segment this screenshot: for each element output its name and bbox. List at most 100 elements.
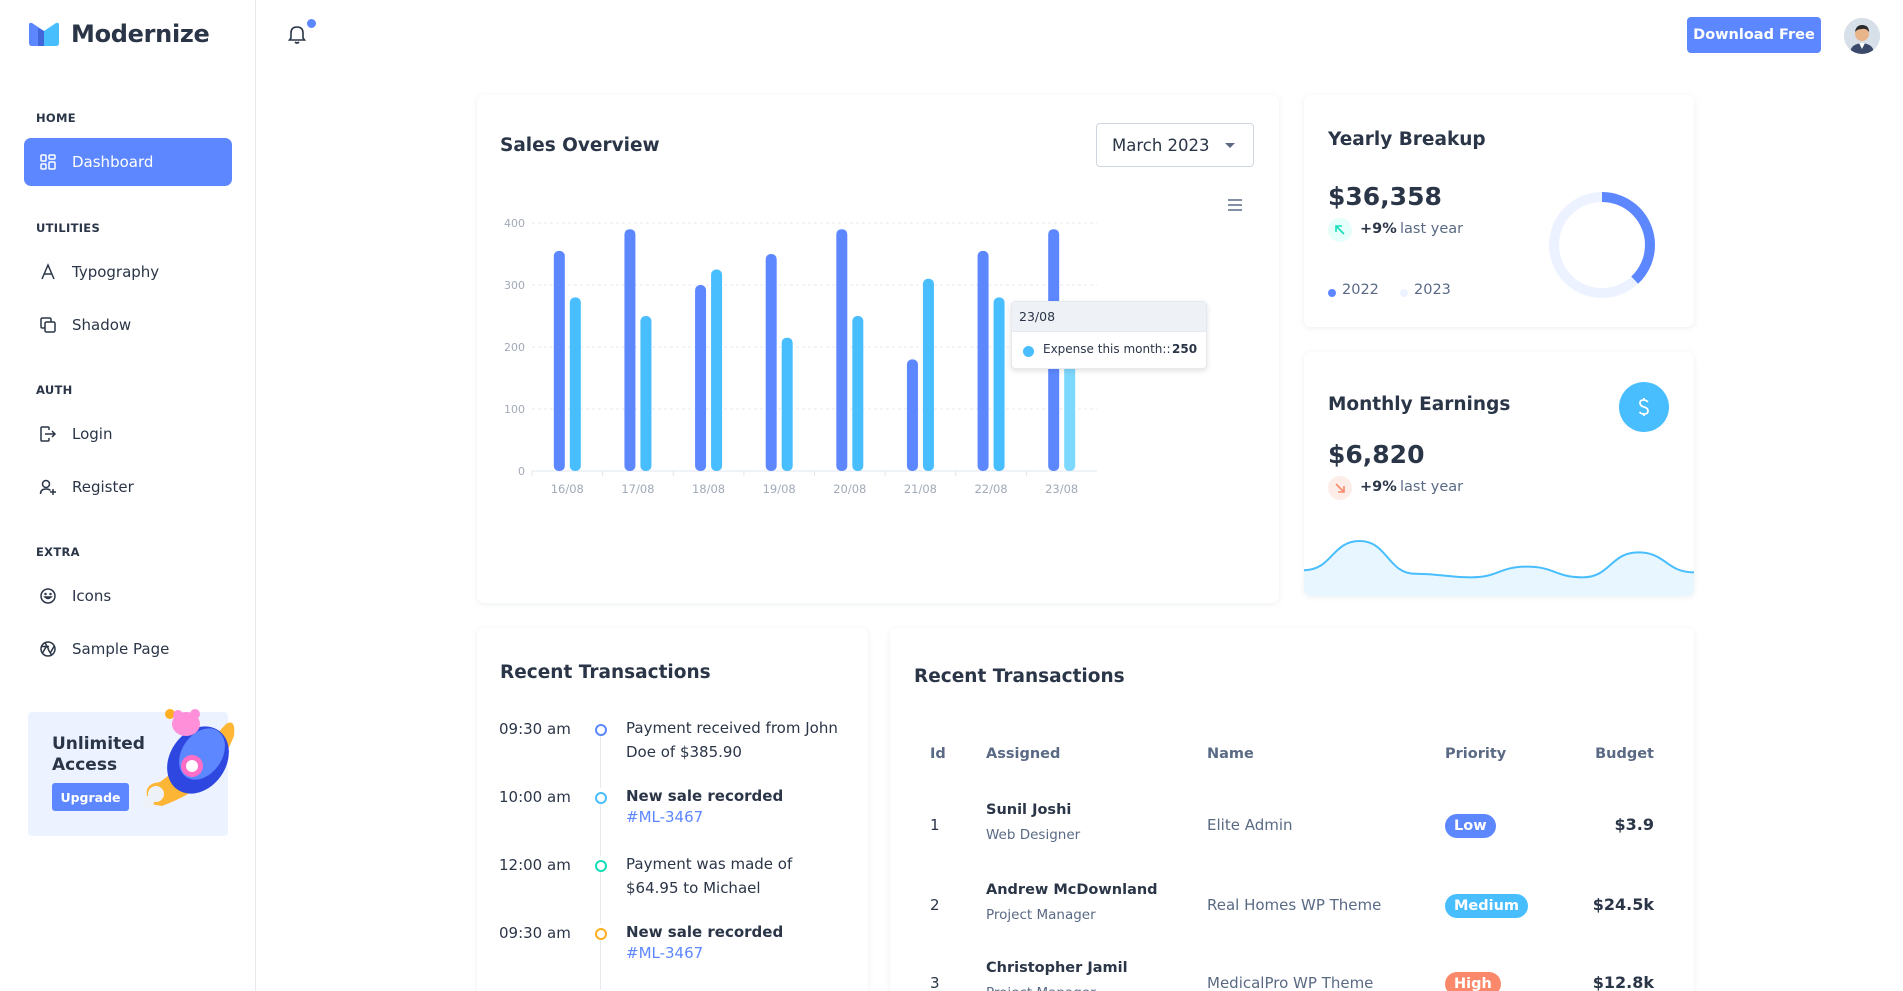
sidebar-item-typography[interactable]: Typography bbox=[24, 248, 232, 296]
timeline-dot bbox=[595, 860, 607, 872]
currency-dollar-icon[interactable] bbox=[1619, 382, 1669, 432]
sidebar-item-label: Shadow bbox=[72, 316, 132, 334]
sidebar-item-label: Sample Page bbox=[72, 640, 170, 658]
arrow-down-right-icon bbox=[1328, 476, 1352, 500]
timeline-connector bbox=[600, 804, 601, 856]
cell-assigned-name: Andrew McDownland bbox=[986, 882, 1158, 898]
monthly-delta: +9% bbox=[1360, 479, 1397, 495]
sales-overview-card: Sales Overview March 2023 0 100 200 300 400 1… bbox=[477, 95, 1279, 603]
priority-badge: Medium bbox=[1445, 894, 1529, 918]
arrow-up-left-icon bbox=[1328, 218, 1352, 242]
sidebar-item-label: Icons bbox=[72, 587, 112, 605]
y-tick-label: 300 bbox=[504, 279, 525, 292]
y-tick-label: 0 bbox=[518, 465, 525, 478]
bar-18/08-s1 bbox=[711, 269, 723, 471]
recent-transactions-timeline-card: Recent Transactions 09:30 am Payment rece… bbox=[477, 628, 868, 991]
login-icon bbox=[38, 424, 58, 444]
copy-icon bbox=[38, 315, 58, 335]
timeline-time: 10:00 am bbox=[499, 788, 571, 806]
sales-overview-title: Sales Overview bbox=[500, 135, 660, 156]
legend-dot-2023 bbox=[1400, 289, 1408, 297]
sidebar-item-label: Typography bbox=[72, 263, 160, 281]
month-select[interactable]: March 2023 bbox=[1096, 123, 1254, 167]
x-tick-label: 23/08 bbox=[1045, 482, 1078, 496]
cell-assigned-role: Project Manager bbox=[986, 985, 1096, 991]
bar-21/08-s0 bbox=[906, 359, 918, 471]
sidebar-item-label: Dashboard bbox=[72, 153, 154, 171]
priority-badge: High bbox=[1445, 972, 1501, 991]
timeline-text: New sale recorded bbox=[626, 923, 784, 941]
timeline-time: 12:00 am bbox=[499, 856, 571, 874]
bar-17/08-s0 bbox=[624, 229, 636, 471]
nav-caption-auth: AUTH bbox=[36, 383, 73, 397]
brand-name: Modernize bbox=[71, 20, 210, 48]
timeline-connector bbox=[600, 940, 601, 990]
cell-project: Real Homes WP Theme bbox=[1207, 896, 1382, 914]
sidebar-item-dashboard[interactable]: Dashboard bbox=[24, 138, 232, 186]
monthly-earnings-card: Monthly Earnings $6,820 +9% last year bbox=[1304, 352, 1694, 596]
bar-20/08-s1 bbox=[852, 316, 864, 471]
aperture-icon bbox=[38, 639, 58, 659]
cell-assigned-name: Sunil Joshi bbox=[986, 802, 1072, 818]
sidebar-item-login[interactable]: Login bbox=[24, 410, 232, 458]
th-priority: Priority bbox=[1445, 746, 1507, 762]
sidebar-item-sample-page[interactable]: Sample Page bbox=[24, 625, 232, 673]
tooltip-header: 23/08 bbox=[1012, 302, 1206, 332]
dashboard-icon bbox=[38, 152, 58, 172]
tooltip-series-dot bbox=[1023, 346, 1034, 357]
th-budget: Budget bbox=[1595, 746, 1654, 762]
y-tick-label: 100 bbox=[504, 403, 525, 416]
brand[interactable]: Modernize bbox=[27, 20, 210, 48]
upgrade-button[interactable]: Upgrade bbox=[52, 783, 129, 811]
bar-22/08-s1 bbox=[993, 297, 1005, 471]
user-avatar-icon bbox=[1844, 18, 1880, 54]
timeline-connector bbox=[600, 736, 601, 788]
yearly-breakup-card: Yearly Breakup $36,358 +9% last year 202… bbox=[1304, 95, 1694, 327]
sales-bar-chart: 0 100 200 300 400 16/08 17/08 18/08 19/08 20/08 21… bbox=[504, 217, 1097, 496]
recent-transactions-table-card: Recent Transactions Id Assigned Name Pri… bbox=[890, 628, 1694, 991]
yearly-delta: +9% bbox=[1360, 221, 1397, 237]
bell-icon[interactable] bbox=[285, 22, 309, 46]
th-id: Id bbox=[930, 746, 946, 762]
sidebar: Modernize HOME Dashboard UTILITIES Typog… bbox=[0, 0, 256, 991]
cell-id: 1 bbox=[930, 816, 940, 834]
user-plus-icon bbox=[38, 477, 58, 497]
x-tick-label: 21/08 bbox=[904, 482, 937, 496]
promo-title: Unlimited Access bbox=[52, 734, 145, 775]
avatar[interactable] bbox=[1844, 18, 1880, 54]
timeline-link[interactable]: #ML-3467 bbox=[626, 944, 703, 962]
x-tick-label: 22/08 bbox=[974, 482, 1007, 496]
cell-assigned-role: Project Manager bbox=[986, 907, 1096, 923]
sidebar-item-icons[interactable]: Icons bbox=[24, 572, 232, 620]
cell-id: 2 bbox=[930, 896, 940, 914]
cell-project: MedicalPro WP Theme bbox=[1207, 974, 1374, 991]
earnings-sparkline bbox=[1304, 540, 1694, 596]
x-tick-label: 18/08 bbox=[692, 482, 725, 496]
timeline-link[interactable]: #ML-3467 bbox=[626, 808, 703, 826]
timeline-time: 09:30 am bbox=[499, 924, 571, 942]
legend-label-2023: 2023 bbox=[1414, 282, 1451, 298]
download-free-button[interactable]: Download Free bbox=[1687, 17, 1821, 53]
x-tick-label: 20/08 bbox=[833, 482, 866, 496]
bar-20/08-s0 bbox=[836, 229, 848, 471]
cell-budget: $24.5k bbox=[1592, 895, 1654, 914]
sidebar-item-label: Login bbox=[72, 425, 113, 443]
month-select-value: March 2023 bbox=[1112, 135, 1210, 155]
caret-down-icon bbox=[1225, 143, 1235, 148]
x-tick-label: 17/08 bbox=[621, 482, 654, 496]
sidebar-item-register[interactable]: Register bbox=[24, 463, 232, 511]
yearly-breakup-value: $36,358 bbox=[1328, 182, 1442, 211]
y-tick-label: 400 bbox=[504, 217, 525, 230]
sidebar-item-shadow[interactable]: Shadow bbox=[24, 301, 232, 349]
th-assigned: Assigned bbox=[986, 746, 1061, 762]
cell-assigned-role: Web Designer bbox=[986, 827, 1081, 843]
timeline-text: New sale recorded bbox=[626, 787, 784, 805]
th-name: Name bbox=[1207, 746, 1254, 762]
legend-dot-2022 bbox=[1328, 289, 1336, 297]
app-root: Modernize HOME Dashboard UTILITIES Typog… bbox=[0, 0, 1903, 991]
bar-17/08-s1 bbox=[640, 316, 652, 471]
sidebar-item-label: Register bbox=[72, 478, 134, 496]
timeline-dot bbox=[595, 724, 607, 736]
timeline-title: Recent Transactions bbox=[500, 662, 711, 683]
bar-21/08-s1 bbox=[922, 278, 934, 471]
